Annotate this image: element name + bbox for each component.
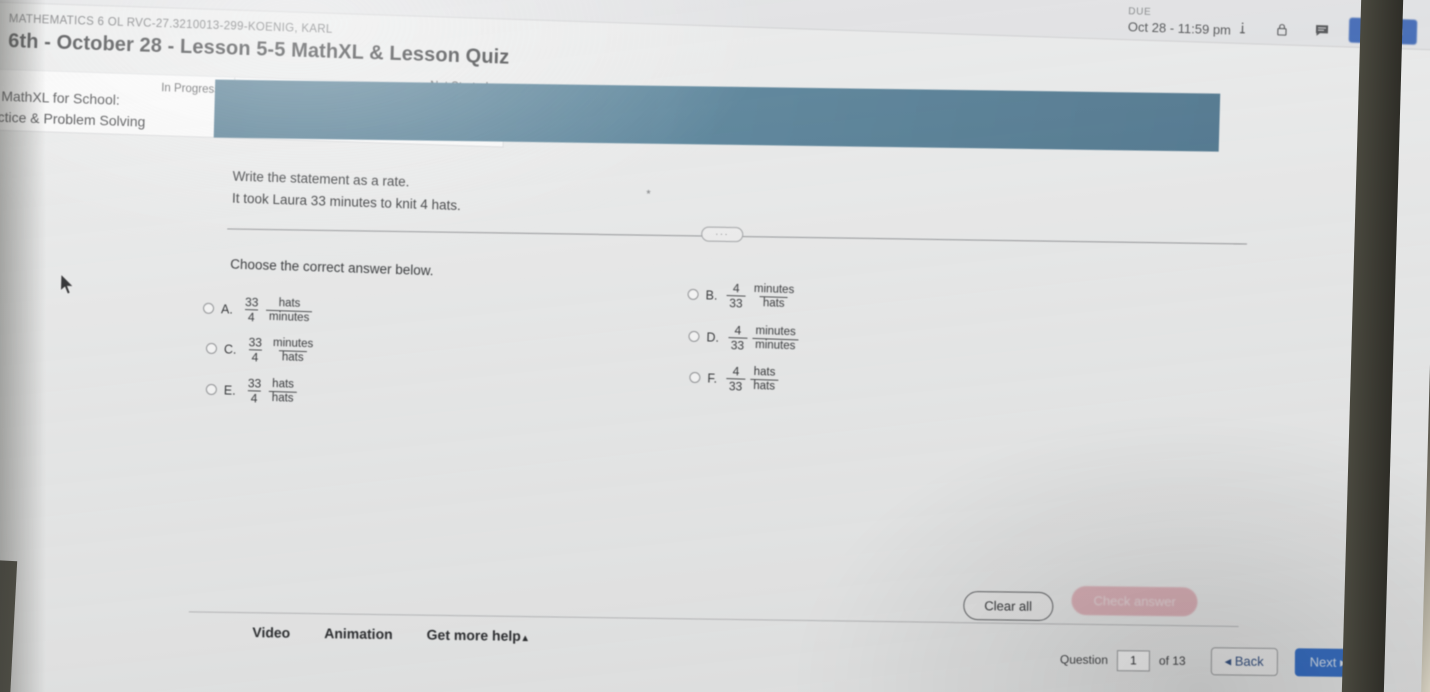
due-block: DUE Oct 28 - 11:59 pm [1128,6,1232,38]
caret-up-icon: ▴ [522,632,528,644]
choice-f-number-fraction: 4 33 [725,364,746,394]
radio-e[interactable] [205,383,218,396]
answer-choice-d[interactable]: D. 4 33 minutes minutes [688,322,799,355]
lock-icon[interactable] [1273,19,1292,40]
choice-f-unit-denominator: hats [750,379,779,395]
choice-b-unit-denominator: hats [759,296,788,312]
choose-answer-instruction: Choose the correct answer below. [230,256,434,279]
question-star-marker: * [646,188,651,201]
answer-choice-b[interactable]: B. 4 33 minutes hats [687,280,797,313]
clear-all-button[interactable]: Clear all [963,590,1054,622]
choice-c-denominator: 4 [248,349,262,365]
info-icon[interactable] [1233,18,1252,39]
due-date: Oct 28 - 11:59 pm [1127,18,1232,38]
choice-f-denominator: 33 [725,378,746,394]
choice-a-unit-fraction: hats minutes [265,296,313,327]
choice-d-unit-fraction: minutes minutes [751,324,799,355]
choice-c-unit-fraction: minutes hats [269,336,316,366]
choice-e-number-fraction: 33 4 [244,376,264,406]
tab-1-label-line1: 5: MathXL for School: [0,87,120,108]
choice-a-unit-denominator: minutes [265,309,313,327]
tab-mathxl-practice[interactable]: 5: MathXL for School: ractice & Problem … [0,67,236,139]
video-link[interactable]: Video [252,624,290,641]
choice-b-numerator: 4 [732,281,740,296]
mouse-pointer-icon [59,272,77,302]
assignment-action-icons [1233,18,1331,41]
question-number-input[interactable]: 1 [1116,649,1150,672]
choice-a-numerator: 33 [244,295,259,310]
back-button[interactable]: ◂ Back [1210,647,1278,677]
choice-c-number-fraction: 33 4 [245,335,265,365]
next-label: Next [1309,654,1337,670]
answer-choice-a[interactable]: A. 33 4 hats minutes [202,294,313,327]
choice-c-unit-denominator: hats [278,350,307,366]
choice-b-unit-fraction: minutes hats [750,282,797,312]
choice-b-denominator: 33 [726,295,746,311]
choice-b-number-fraction: 4 33 [726,281,746,311]
choice-d-letter: D. [706,330,720,345]
back-label: Back [1234,653,1264,669]
choice-e-denominator: 4 [247,390,261,406]
check-answer-button[interactable]: Check answer [1071,585,1198,617]
choice-c-letter: C. [223,342,237,357]
question-prompt: Write the statement as a rate. [232,168,410,190]
radio-d[interactable] [688,330,700,343]
choice-f-numerator: 4 [732,364,740,379]
question-navigation: Question 1 of 13 ◂ Back Next ▸ [1059,645,1362,678]
screen-photo: savvasrealize.com/dashboard/classes/008c… [0,0,1430,692]
get-more-help-label: Get more help [426,626,521,644]
choice-e-unit-denominator: hats [268,391,297,407]
answer-choice-c[interactable]: C. 33 4 minutes hats [205,334,317,367]
back-arrow-icon: ◂ [1224,653,1232,669]
more-options-icon[interactable]: ··· [701,226,744,243]
choice-d-numerator: 4 [734,323,742,338]
choice-b-letter: B. [705,287,718,303]
choice-d-number-fraction: 4 33 [727,323,748,354]
choice-f-unit-fraction: hats hats [750,365,779,395]
animation-link[interactable]: Animation [324,625,393,642]
get-more-help-link[interactable]: Get more help ▴ [427,627,528,644]
answer-choice-e[interactable]: E. 33 4 hats hats [205,375,297,407]
radio-c[interactable] [205,342,218,355]
choice-e-letter: E. [223,383,236,398]
tab-1-status: In Progress [161,82,221,97]
question-total-label: of 13 [1158,653,1186,668]
radio-b[interactable] [687,288,699,301]
tab-1-label-line2: ractice & Problem Solving [0,107,146,130]
question-label: Question [1059,652,1108,668]
choice-a-denominator: 4 [244,309,258,325]
choice-e-unit-numerator: hats [272,377,295,391]
choice-e-unit-fraction: hats hats [268,377,297,407]
radio-f[interactable] [689,371,701,384]
choice-e-numerator: 33 [247,376,262,391]
radio-a[interactable] [202,302,215,315]
question-body: It took Laura 33 minutes to knit 4 hats. [231,190,462,214]
address-bar-url[interactable]: savvasrealize.com/dashboard/classes/008c… [122,0,495,2]
choice-f-unit-numerator: hats [753,365,776,379]
help-bar: Video Animation Get more help ▴ [252,624,528,644]
choice-d-denominator: 33 [727,337,748,354]
comment-icon[interactable] [1313,20,1332,41]
choice-d-unit-denominator: minutes [751,338,799,355]
monitor-screen: savvasrealize.com/dashboard/classes/008c… [0,0,1430,692]
choice-f-letter: F. [707,371,718,386]
choice-a-number-fraction: 33 4 [241,295,261,325]
choice-a-unit-numerator: hats [278,296,301,310]
answer-choice-f[interactable]: F. 4 33 hats hats [689,363,779,395]
choice-a-letter: A. [220,301,234,317]
choice-b-unit-numerator: minutes [753,282,795,296]
choice-c-numerator: 33 [248,335,263,350]
choice-c-unit-numerator: minutes [272,336,314,350]
